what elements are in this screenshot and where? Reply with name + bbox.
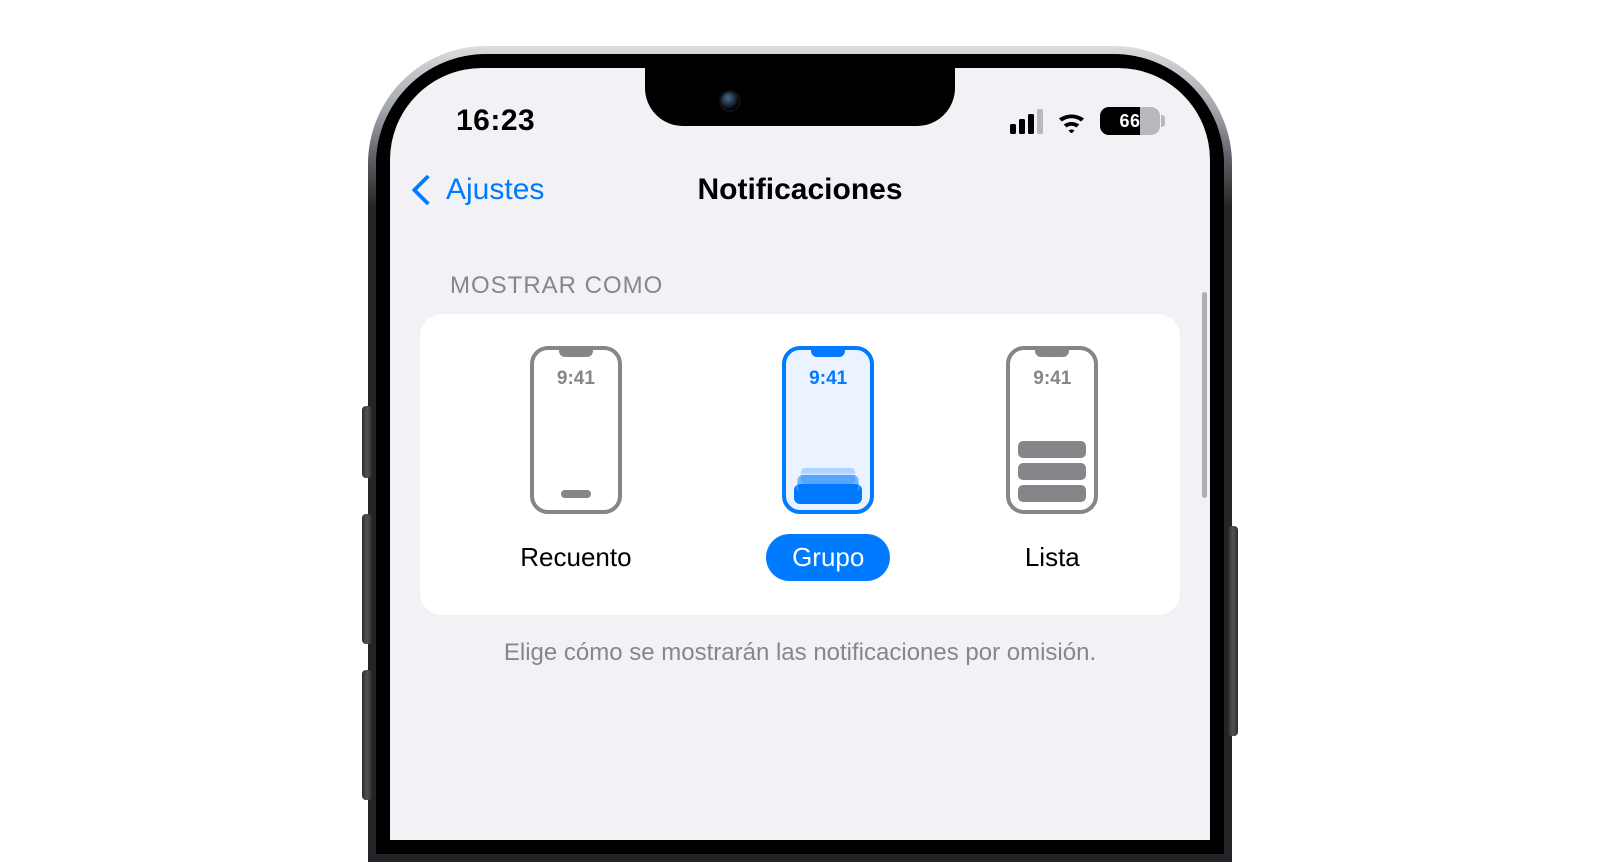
section-footer: Elige cómo se mostrarán las notificacion… [420,615,1180,667]
navigation-bar: Ajustes Notificaciones [390,148,1210,232]
status-time: 16:23 [456,104,535,138]
page-title: Notificaciones [697,173,902,207]
battery-indicator: 66 [1100,107,1160,135]
back-label: Ajustes [446,173,544,207]
volume-up-button [362,514,372,644]
back-button[interactable]: Ajustes [416,173,544,207]
display-notch [645,68,955,126]
wifi-icon [1055,109,1088,133]
section-header: MOSTRAR COMO [420,272,1180,314]
display-option-stack[interactable]: 9:41 Grupo [766,346,890,581]
display-option-count[interactable]: 9:41 Recuento [494,346,657,581]
front-camera [721,92,739,110]
option-label: Lista [999,534,1106,581]
cellular-signal-icon [1010,109,1043,134]
volume-down-button [362,670,372,800]
option-label: Recuento [494,534,657,581]
display-as-card: 9:41 Recuento 9:41 [420,314,1180,615]
count-preview-icon: 9:41 [530,346,622,514]
chevron-left-icon [411,174,442,205]
mute-switch [362,406,372,478]
battery-level: 66 [1100,111,1160,132]
side-button [1228,526,1238,736]
stack-preview-icon: 9:41 [782,346,874,514]
option-label: Grupo [766,534,890,581]
device-frame: 16:23 66 Ajus [368,46,1232,862]
screen: 16:23 66 Ajus [390,68,1210,840]
list-preview-icon: 9:41 [1006,346,1098,514]
display-option-list[interactable]: 9:41 Lista [999,346,1106,581]
